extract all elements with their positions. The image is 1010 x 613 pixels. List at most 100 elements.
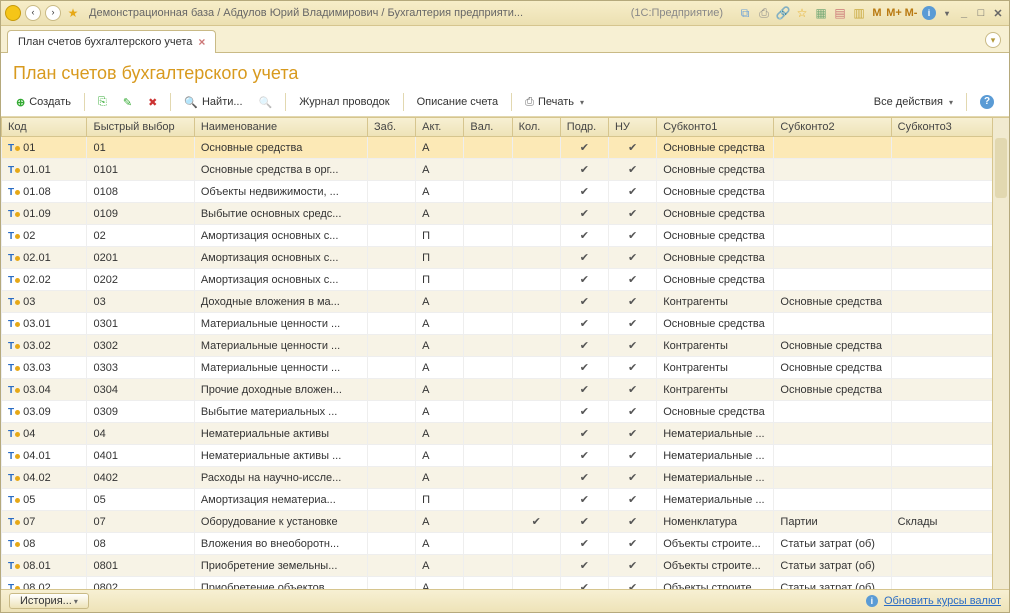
refresh-icon: i <box>866 595 878 607</box>
accounts-table[interactable]: Код Быстрый выбор Наименование Заб. Акт.… <box>1 118 1009 589</box>
table-row[interactable]: T 0101Основные средстваА✔✔Основные средс… <box>2 137 1009 159</box>
table-row[interactable]: T 03.030303Материальные ценности ...А✔✔К… <box>2 357 1009 379</box>
help-button[interactable]: ? <box>973 92 1001 112</box>
table-row[interactable]: T 02.020202Амортизация основных с...П✔✔О… <box>2 269 1009 291</box>
nav-fwd-icon[interactable]: › <box>45 5 61 21</box>
scrollbar-thumb[interactable] <box>995 138 1007 198</box>
delete-button[interactable]: ✖ <box>141 93 164 112</box>
tab-close-icon[interactable]: × <box>198 35 205 49</box>
titlebar-tools: ⧉ ⎙ 🔗 ☆ ▦ ▤ ▥ M M+ M- i ▾ _ □ ✕ <box>737 5 1005 21</box>
copy-button[interactable]: ⎘ <box>91 93 114 112</box>
col-kol[interactable]: Кол. <box>512 118 560 137</box>
account-icon: T <box>8 363 20 374</box>
favorite-icon[interactable]: ★ <box>65 5 81 21</box>
table-row[interactable]: T 08.010801Приобретение земельны...А✔✔Об… <box>2 555 1009 577</box>
help-icon: ? <box>980 95 994 109</box>
col-zab[interactable]: Заб. <box>367 118 415 137</box>
col-nu[interactable]: НУ <box>608 118 656 137</box>
info-dropdown-icon[interactable]: ▾ <box>940 6 954 20</box>
vertical-scrollbar[interactable] <box>992 118 1009 589</box>
grid-icon[interactable]: ▦ <box>813 5 829 21</box>
account-icon: T <box>8 473 20 484</box>
account-icon: T <box>8 341 20 352</box>
mem-m-button[interactable]: M <box>870 6 884 20</box>
history-button[interactable]: История... ▾ <box>9 593 89 609</box>
journal-button[interactable]: Журнал проводок <box>292 93 396 111</box>
edit-button[interactable]: ✎ <box>116 93 139 112</box>
printer-icon: ⎙ <box>525 96 534 109</box>
table-row[interactable]: T 08.020802Приобретение объектов ...А✔✔О… <box>2 577 1009 590</box>
minimize-button[interactable]: _ <box>957 6 971 20</box>
copy-icon: ⎘ <box>98 96 107 109</box>
col-name[interactable]: Наименование <box>194 118 367 137</box>
col-sub3[interactable]: Субконто3 <box>891 118 1008 137</box>
journal-label: Журнал проводок <box>299 96 389 108</box>
all-actions-button[interactable]: Все действия ▾ <box>867 93 960 111</box>
account-desc-button[interactable]: Описание счета <box>410 93 506 111</box>
clear-find-button[interactable]: 🔍 <box>252 93 280 112</box>
account-icon: T <box>8 539 20 550</box>
calendar-icon[interactable]: ▥ <box>851 5 867 21</box>
create-label: Создать <box>29 96 71 108</box>
chevron-down-icon: ▾ <box>580 98 584 107</box>
table-row[interactable]: T 01.010101Основные средства в орг...А✔✔… <box>2 159 1009 181</box>
account-icon: T <box>8 253 20 264</box>
col-sub1[interactable]: Субконто1 <box>657 118 774 137</box>
preview-icon[interactable]: ⧉ <box>737 5 753 21</box>
calc-icon[interactable]: ▤ <box>832 5 848 21</box>
tab-label: План счетов бухгалтерского учета <box>18 36 192 48</box>
table-row[interactable]: T 0808Вложения во внеоборотн...А✔✔Объект… <box>2 533 1009 555</box>
table-row[interactable]: T 01.090109Выбытие основных средс...А✔✔О… <box>2 203 1009 225</box>
status-bar: История... ▾ i Обновить курсы валют <box>1 589 1009 612</box>
table-row[interactable]: T 03.040304Прочие доходные вложен...А✔✔К… <box>2 379 1009 401</box>
table-row[interactable]: T 0202Амортизация основных с...П✔✔Основн… <box>2 225 1009 247</box>
table-row[interactable]: T 0404Нематериальные активыА✔✔Нематериал… <box>2 423 1009 445</box>
nav-back-icon[interactable]: ‹ <box>25 5 41 21</box>
mem-mplus-button[interactable]: M+ <box>887 6 901 20</box>
maximize-button[interactable]: □ <box>974 6 988 20</box>
refresh-rates-link[interactable]: Обновить курсы валют <box>884 595 1001 607</box>
account-icon: T <box>8 209 20 220</box>
tab-bar: План счетов бухгалтерского учета × ▾ <box>1 26 1009 53</box>
account-icon: T <box>8 451 20 462</box>
print-icon[interactable]: ⎙ <box>756 5 772 21</box>
account-icon: T <box>8 165 20 176</box>
col-val[interactable]: Вал. <box>464 118 512 137</box>
mem-mminus-button[interactable]: M- <box>904 6 918 20</box>
app-logo-icon <box>5 5 21 21</box>
delete-icon: ✖ <box>148 96 157 109</box>
table-row[interactable]: T 0707Оборудование к установкеА✔✔✔Номенк… <box>2 511 1009 533</box>
search-icon: 🔍 <box>184 96 198 109</box>
table-row[interactable]: T 02.010201Амортизация основных с...П✔✔О… <box>2 247 1009 269</box>
col-sub2[interactable]: Субконто2 <box>774 118 891 137</box>
col-podr[interactable]: Подр. <box>560 118 608 137</box>
table-row[interactable]: T 04.020402Расходы на научно-иссле...А✔✔… <box>2 467 1009 489</box>
table-row[interactable]: T 0303Доходные вложения в ма...А✔✔Контра… <box>2 291 1009 313</box>
table-row[interactable]: T 01.080108Объекты недвижимости, ...А✔✔О… <box>2 181 1009 203</box>
collapse-icon[interactable]: ▾ <box>985 32 1001 48</box>
desc-label: Описание счета <box>417 96 499 108</box>
table-row[interactable]: T 03.020302Материальные ценности ...А✔✔К… <box>2 335 1009 357</box>
history-label: История... <box>20 595 72 607</box>
info-icon[interactable]: i <box>921 5 937 21</box>
col-fast[interactable]: Быстрый выбор <box>87 118 194 137</box>
link-icon[interactable]: 🔗 <box>775 5 791 21</box>
col-akt[interactable]: Акт. <box>416 118 464 137</box>
all-actions-label: Все действия <box>874 96 943 108</box>
account-icon: T <box>8 297 20 308</box>
close-button[interactable]: ✕ <box>991 6 1005 20</box>
col-code[interactable]: Код <box>2 118 87 137</box>
table-row[interactable]: T 0505Амортизация нематериа...П✔✔Нематер… <box>2 489 1009 511</box>
tab-chart-of-accounts[interactable]: План счетов бухгалтерского учета × <box>7 30 216 53</box>
account-icon: T <box>8 385 20 396</box>
window-title-suffix: (1С:Предприятие) <box>631 7 723 19</box>
find-button[interactable]: 🔍 Найти... <box>177 93 249 112</box>
print-button[interactable]: ⎙ Печать ▾ <box>518 93 591 112</box>
table-row[interactable]: T 03.010301Материальные ценности ...А✔✔О… <box>2 313 1009 335</box>
star-icon[interactable]: ☆ <box>794 5 810 21</box>
account-icon: T <box>8 275 20 286</box>
create-button[interactable]: ⊕ Создать <box>9 93 78 112</box>
toolbar: ⊕ Создать ⎘ ✎ ✖ 🔍 Найти... 🔍 Журнал пров… <box>1 90 1009 117</box>
table-row[interactable]: T 03.090309Выбытие материальных ...А✔✔Ос… <box>2 401 1009 423</box>
table-row[interactable]: T 04.010401Нематериальные активы ...А✔✔Н… <box>2 445 1009 467</box>
